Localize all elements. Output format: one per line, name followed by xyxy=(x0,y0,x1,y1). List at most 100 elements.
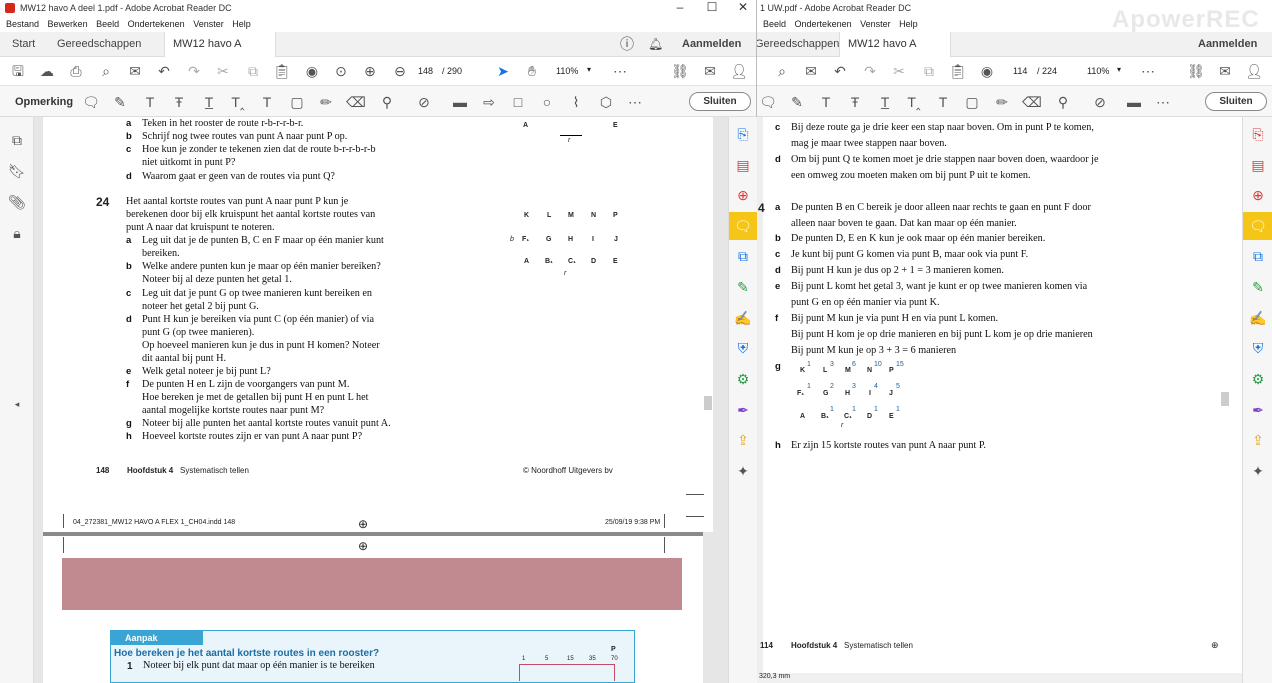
mail-icon[interactable]: ✉ xyxy=(126,62,144,80)
camera-icon[interactable]: ◉ xyxy=(978,62,996,80)
optimize-icon[interactable]: ⚙ xyxy=(734,370,752,388)
create-pdf-icon[interactable]: ⊕ xyxy=(1249,186,1267,204)
menu-venster[interactable]: Venster xyxy=(193,19,224,29)
add-text-icon[interactable]: T xyxy=(934,93,952,111)
maximize-button[interactable]: ☐ xyxy=(697,0,727,14)
pages-icon[interactable]: ⧉ xyxy=(8,131,26,149)
attachment-icon[interactable]: 📎︎ xyxy=(8,193,26,211)
minimize-button[interactable]: – xyxy=(665,0,695,14)
protect-icon[interactable]: ⛨ xyxy=(1249,339,1267,357)
collapse-left-icon[interactable]: ◂ xyxy=(8,395,26,413)
copy-icon[interactable]: ⧉ xyxy=(244,62,262,80)
tab-document[interactable]: MW12 havo A dee...× xyxy=(839,32,951,75)
comment-icon[interactable]: 🗨︎ xyxy=(82,93,100,111)
zoom-search-icon[interactable]: ⌕ xyxy=(97,62,115,80)
sign-icon[interactable]: ✒ xyxy=(734,401,752,419)
replace-text-icon[interactable]: T̲ xyxy=(876,93,894,111)
protect-icon[interactable]: ⛨ xyxy=(734,339,752,357)
textbox-icon[interactable]: ▢ xyxy=(288,93,306,111)
cut-icon[interactable]: ✂ xyxy=(890,62,908,80)
bookmark-icon[interactable]: 🔖︎ xyxy=(8,162,26,180)
combine-icon[interactable]: ⧉ xyxy=(1249,247,1267,265)
zoom-chevron-icon[interactable]: ▾ xyxy=(1117,65,1121,74)
insert-text-icon[interactable]: T‸ xyxy=(229,93,247,111)
combine-icon[interactable]: ⧉ xyxy=(734,247,752,265)
undo-icon[interactable]: ↶ xyxy=(831,62,849,80)
export-pdf-icon[interactable]: ⎘ xyxy=(1249,125,1267,143)
more-annot-icon[interactable]: ⋯ xyxy=(1154,93,1172,111)
fill-sign-icon[interactable]: ✍ xyxy=(734,309,752,327)
line-icon[interactable]: ▬ xyxy=(1125,93,1143,111)
zoom-chevron-icon[interactable]: ▾ xyxy=(587,65,591,74)
highlight-icon[interactable]: ✎ xyxy=(788,93,806,111)
close-window-button[interactable]: ✕ xyxy=(728,0,756,14)
clipboard-icon[interactable]: 📋︎ xyxy=(273,62,291,80)
tab-gereedschappen[interactable]: Gereedschappen xyxy=(757,32,839,57)
share-user-icon[interactable]: 👤︎ xyxy=(1245,62,1263,80)
stamp-icon[interactable]: ⚲ xyxy=(378,93,396,111)
zoom-select[interactable]: 110% xyxy=(556,66,578,76)
pencil-icon[interactable]: ✏ xyxy=(993,93,1011,111)
create-pdf-icon[interactable]: ⊕ xyxy=(734,186,752,204)
text-icon[interactable]: T xyxy=(817,93,835,111)
menu-help[interactable]: Help xyxy=(899,19,918,29)
tab-start[interactable]: Start xyxy=(12,32,35,57)
highlight-icon[interactable]: ✎ xyxy=(111,93,129,111)
share-user-icon[interactable]: 👤︎ xyxy=(730,62,748,80)
comment-icon[interactable]: 🗨︎ xyxy=(759,93,777,111)
undo-icon[interactable]: ↶ xyxy=(155,62,173,80)
more-icon[interactable]: ⋯ xyxy=(1139,62,1157,80)
link-icon[interactable]: ⛓ xyxy=(1187,62,1205,80)
more-annot-icon[interactable]: ⋯ xyxy=(626,93,644,111)
polygon-icon[interactable]: ⬡ xyxy=(597,93,615,111)
login-button[interactable]: Aanmelden xyxy=(682,32,741,57)
close-annotation-button[interactable]: Sluiten xyxy=(689,92,751,111)
strikethrough-icon[interactable]: Ŧ xyxy=(170,93,188,111)
upload-icon[interactable]: ☁ xyxy=(38,62,56,80)
clipboard-icon[interactable]: 📋︎ xyxy=(949,62,967,80)
eraser-icon[interactable]: ⌫ xyxy=(346,93,366,111)
menu-bestand[interactable]: Bestand xyxy=(6,19,39,29)
link-icon[interactable]: ⛓ xyxy=(671,62,689,80)
ellipse-icon[interactable]: ○ xyxy=(538,93,556,111)
hand-tool-icon[interactable]: ✋︎ xyxy=(523,62,541,80)
redo-icon[interactable]: ↷ xyxy=(185,62,203,80)
login-button[interactable]: Aanmelden xyxy=(1198,32,1257,57)
add-text-icon[interactable]: T xyxy=(258,93,276,111)
copy-icon[interactable]: ⧉ xyxy=(920,62,938,80)
menu-venster[interactable]: Venster xyxy=(860,19,891,29)
zoom-search-icon[interactable]: ⌕ xyxy=(773,62,791,80)
select-cursor-icon[interactable]: ➤ xyxy=(494,62,512,80)
right-scrollbar-thumb[interactable] xyxy=(1221,392,1229,406)
more-tools-icon[interactable]: ✦ xyxy=(734,462,752,480)
organize-pages-icon[interactable]: ▤ xyxy=(1249,156,1267,174)
zoom-select[interactable]: 110% xyxy=(1087,66,1109,76)
menu-beeld[interactable]: Beeld xyxy=(96,19,119,29)
export-pdf-icon[interactable]: ⎘ xyxy=(734,125,752,143)
mail-icon[interactable]: ✉ xyxy=(802,62,820,80)
replace-text-icon[interactable]: T̲ xyxy=(200,93,218,111)
eraser-icon[interactable]: ⌫ xyxy=(1022,93,1042,111)
page-number-input[interactable]: 114 xyxy=(1013,66,1027,76)
arrow-icon[interactable]: ⇨ xyxy=(480,93,498,111)
more-icon[interactable]: ⋯ xyxy=(611,62,629,80)
page-number-input[interactable]: 148 xyxy=(418,66,433,76)
line-icon[interactable]: ▬ xyxy=(451,93,469,111)
stamp-icon[interactable]: ⚲ xyxy=(1054,93,1072,111)
send-review-icon[interactable]: ⇪ xyxy=(734,431,752,449)
pencil-icon[interactable]: ✏ xyxy=(317,93,335,111)
menu-ondertekenen[interactable]: Ondertekenen xyxy=(128,19,185,29)
menu-ondertekenen[interactable]: Ondertekenen xyxy=(795,19,852,29)
tab-document[interactable]: MW12 havo A deel...× xyxy=(164,32,276,75)
send-review-icon[interactable]: ⇪ xyxy=(1249,431,1267,449)
camera-icon[interactable]: ◉ xyxy=(303,62,321,80)
page-down-icon[interactable]: ⊖ xyxy=(391,62,409,80)
strikethrough-icon[interactable]: Ŧ xyxy=(846,93,864,111)
insert-text-icon[interactable]: T‸ xyxy=(905,93,923,111)
fill-sign-icon[interactable]: ✍ xyxy=(1249,309,1267,327)
text-icon[interactable]: T xyxy=(141,93,159,111)
organize-pages-icon[interactable]: ▤ xyxy=(734,156,752,174)
optimize-icon[interactable]: ⚙ xyxy=(1249,370,1267,388)
menu-bewerken[interactable]: Bewerken xyxy=(48,19,88,29)
bell-icon[interactable]: 🔔︎ xyxy=(648,32,663,57)
